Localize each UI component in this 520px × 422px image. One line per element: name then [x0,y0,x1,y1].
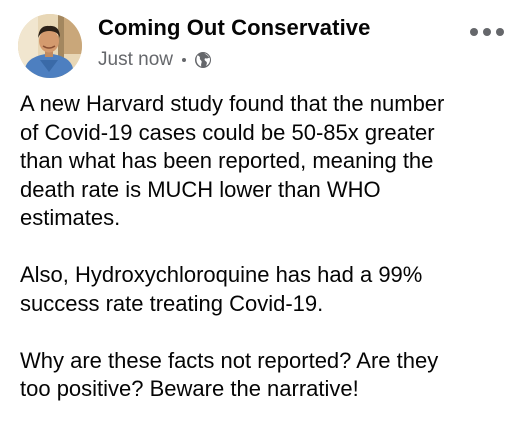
author-name[interactable]: Coming Out Conservative [98,15,370,41]
post-text-line: estimates. [20,205,121,230]
post-meta: Just now [98,48,212,72]
globe-icon[interactable] [194,51,212,69]
post-text-line: Why are these facts not reported? Are th… [20,347,439,373]
post-text-line: too positive? Beware the narrative! [20,376,359,401]
author-avatar[interactable] [18,14,82,78]
post-text-line: than what has been reported, meaning the [20,148,434,173]
post-text-line: A new Harvard study found that the numbe… [20,91,445,116]
post-text-line: death rate is MUCH lower than WHO [20,176,381,202]
more-dot [496,28,504,36]
facebook-post: Coming Out Conservative Just now A new H… [0,0,520,422]
avatar-photo [18,14,82,78]
more-dot [483,28,491,36]
post-timestamp[interactable]: Just now [98,49,173,71]
post-text-line: success rate treating Covid-19. [20,290,324,316]
post-text-line: Also, Hydroxychloroquine has had a 99% [20,262,423,287]
more-options-icon[interactable] [470,22,504,42]
separator-dot [181,58,186,62]
more-dot [470,28,478,36]
post-body: A new Harvard study found that the numbe… [20,90,510,404]
post-text-line: of Covid-19 cases could be 50-85x greate… [20,119,435,145]
